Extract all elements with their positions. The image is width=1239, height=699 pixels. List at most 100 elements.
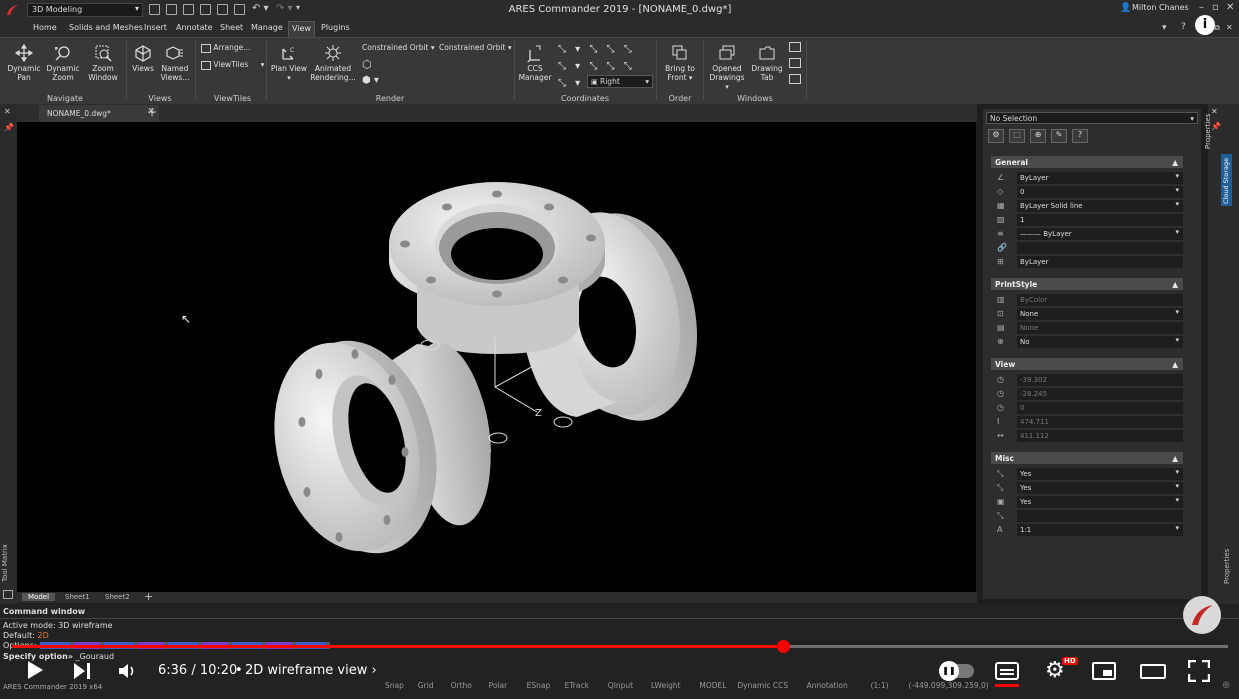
- miniplayer-icon[interactable]: [1092, 662, 1116, 680]
- channel-watermark-logo[interactable]: [1183, 596, 1221, 634]
- restore-icon[interactable]: ▫: [1212, 2, 1219, 13]
- user-icon[interactable]: 👤: [1120, 3, 1131, 13]
- viewtiles-button[interactable]: ViewTiles ▾: [201, 60, 264, 70]
- pin-icon[interactable]: 📌: [4, 123, 14, 132]
- dynamic-zoom-button[interactable]: Dynamic Zoom: [44, 44, 82, 82]
- status-item[interactable]: ESnap: [527, 681, 551, 690]
- tile-horizontal-icon[interactable]: [789, 58, 801, 68]
- bring-to-front-button[interactable]: Bring to Front ▾: [660, 44, 700, 83]
- status-item[interactable]: MODEL: [699, 681, 726, 690]
- property-value[interactable]: Yes ▾: [1017, 496, 1183, 508]
- drawing-viewport[interactable]: Z ↖: [17, 122, 976, 592]
- edit-icon[interactable]: ✎: [1051, 129, 1067, 143]
- document-tab[interactable]: NONAME_0.dwg* ✕: [39, 105, 159, 122]
- pin-icon[interactable]: 📌: [1211, 122, 1221, 131]
- property-value[interactable]: ByLayer ▾: [1017, 172, 1183, 184]
- property-value[interactable]: -39.302: [1017, 374, 1183, 386]
- save-as-icon[interactable]: [200, 4, 211, 15]
- property-value[interactable]: ——— ByLayer ▾: [1017, 228, 1183, 240]
- quick-select-icon[interactable]: ⚙: [988, 129, 1004, 143]
- redo-icon[interactable]: ↷ ▾: [276, 3, 293, 14]
- tool-matrix-label[interactable]: Tool Matrix: [1, 544, 9, 582]
- command-input[interactable]: Specify option» _Gouraud: [3, 652, 114, 661]
- property-value[interactable]: None: [1017, 322, 1183, 334]
- properties-bottom-label[interactable]: Properties: [1223, 549, 1231, 584]
- animated-rendering-button[interactable]: Animated Rendering...: [310, 44, 356, 82]
- viewcube-icon[interactable]: ⊕: [1222, 680, 1230, 691]
- property-value[interactable]: 1: [1017, 214, 1183, 226]
- close-icon[interactable]: ✕: [4, 107, 11, 116]
- tab-annotate[interactable]: Annotate: [173, 23, 216, 32]
- select-objects-icon[interactable]: ⬚: [1009, 129, 1025, 143]
- shade-style-icon[interactable]: ⬢ ▾: [362, 75, 379, 86]
- property-value[interactable]: -28.245: [1017, 388, 1183, 400]
- tab-plugins[interactable]: Plugins: [318, 23, 353, 32]
- help-icon[interactable]: ?: [1072, 129, 1088, 143]
- app-logo-icon[interactable]: [5, 3, 20, 17]
- property-value[interactable]: [1017, 510, 1183, 522]
- zoom-window-button[interactable]: Zoom Window: [84, 44, 122, 82]
- drawing-tab-button[interactable]: Drawing Tab: [749, 44, 785, 82]
- general-section-header[interactable]: General ▲: [991, 156, 1183, 168]
- status-item[interactable]: Polar: [489, 681, 508, 690]
- doc-restore-icon[interactable]: ⧉: [1214, 23, 1220, 33]
- dynamic-pan-button[interactable]: Dynamic Pan: [6, 44, 42, 82]
- misc-section-header[interactable]: Misc ▲: [991, 452, 1183, 464]
- property-value[interactable]: ByLayer Solid line ▾: [1017, 200, 1183, 212]
- tile-vertical-icon[interactable]: [789, 74, 801, 84]
- constrained-orbit-button-1[interactable]: Constrained Orbit ▾: [362, 43, 435, 52]
- new-icon[interactable]: [149, 4, 160, 15]
- tab-insert[interactable]: Insert: [141, 23, 170, 32]
- volume-icon[interactable]: [118, 662, 138, 684]
- print-icon[interactable]: [234, 4, 245, 15]
- named-views-button[interactable]: Named Views...: [158, 44, 192, 82]
- visual-style-icon[interactable]: ⬡: [362, 58, 372, 71]
- property-value[interactable]: 0 ▾: [1017, 186, 1183, 198]
- status-item[interactable]: QInput: [608, 681, 633, 690]
- subtitles-icon[interactable]: [995, 662, 1019, 687]
- status-item[interactable]: Snap: [385, 681, 404, 690]
- view-dropdown[interactable]: ▣ Right ▾: [587, 75, 653, 88]
- views-button[interactable]: Views: [130, 44, 156, 73]
- next-video-icon[interactable]: [73, 662, 91, 684]
- constrained-orbit-button-2[interactable]: Constrained Orbit ▾: [439, 43, 512, 52]
- property-value[interactable]: None ▾: [1017, 308, 1183, 320]
- property-value[interactable]: 1:1 ▾: [1017, 524, 1183, 536]
- tab-manage[interactable]: Manage: [248, 23, 286, 32]
- status-item[interactable]: Dynamic CCS: [737, 681, 788, 690]
- properties-side-tab[interactable]: Properties: [1204, 114, 1212, 149]
- doc-close-icon[interactable]: ✕: [1226, 23, 1233, 32]
- ccs-manager-button[interactable]: CCS Manager: [517, 44, 553, 82]
- play-icon[interactable]: [26, 660, 44, 684]
- add-sheet-icon[interactable]: +: [144, 590, 153, 603]
- tab-home[interactable]: Home: [30, 23, 60, 32]
- status-item[interactable]: Grid: [418, 681, 434, 690]
- fullscreen-icon[interactable]: [1187, 659, 1211, 686]
- status-item[interactable]: ETrack: [565, 681, 589, 690]
- autoplay-toggle[interactable]: ❚❚: [939, 661, 974, 681]
- status-item[interactable]: LWeight: [651, 681, 681, 690]
- close-icon[interactable]: ✕: [1226, 2, 1234, 13]
- opened-drawings-button[interactable]: Opened Drawings ▾: [707, 44, 747, 92]
- property-value[interactable]: ByColor: [1017, 294, 1183, 306]
- tab-solids-meshes[interactable]: Solids and Meshes: [66, 23, 146, 32]
- status-item[interactable]: Ortho: [451, 681, 472, 690]
- property-value[interactable]: Yes ▾: [1017, 468, 1183, 480]
- status-item[interactable]: Annotation: [807, 681, 848, 690]
- property-value[interactable]: [1017, 242, 1183, 254]
- video-chapter[interactable]: 2D wireframe view ›: [245, 663, 377, 678]
- property-value[interactable]: 411.112: [1017, 430, 1183, 442]
- save-icon[interactable]: [183, 4, 194, 15]
- workspace-dropdown[interactable]: 3D Modeling ▾: [27, 3, 143, 17]
- toggle-pickadd-icon[interactable]: ⊕: [1030, 129, 1046, 143]
- property-value[interactable]: No ▾: [1017, 336, 1183, 348]
- arrange-button[interactable]: Arrange...: [201, 43, 250, 53]
- sheet-tab-model[interactable]: Model: [22, 593, 56, 601]
- property-value[interactable]: ByLayer: [1017, 256, 1183, 268]
- undo-icon[interactable]: ↶ ▾: [252, 3, 269, 14]
- plan-view-button[interactable]: C Plan View ▾: [270, 44, 308, 83]
- add-tab-icon[interactable]: +: [147, 105, 157, 119]
- view-section-header[interactable]: View ▲: [991, 358, 1183, 370]
- minimize-icon[interactable]: –: [1199, 2, 1204, 13]
- selection-dropdown[interactable]: No Selection ▾: [986, 112, 1198, 124]
